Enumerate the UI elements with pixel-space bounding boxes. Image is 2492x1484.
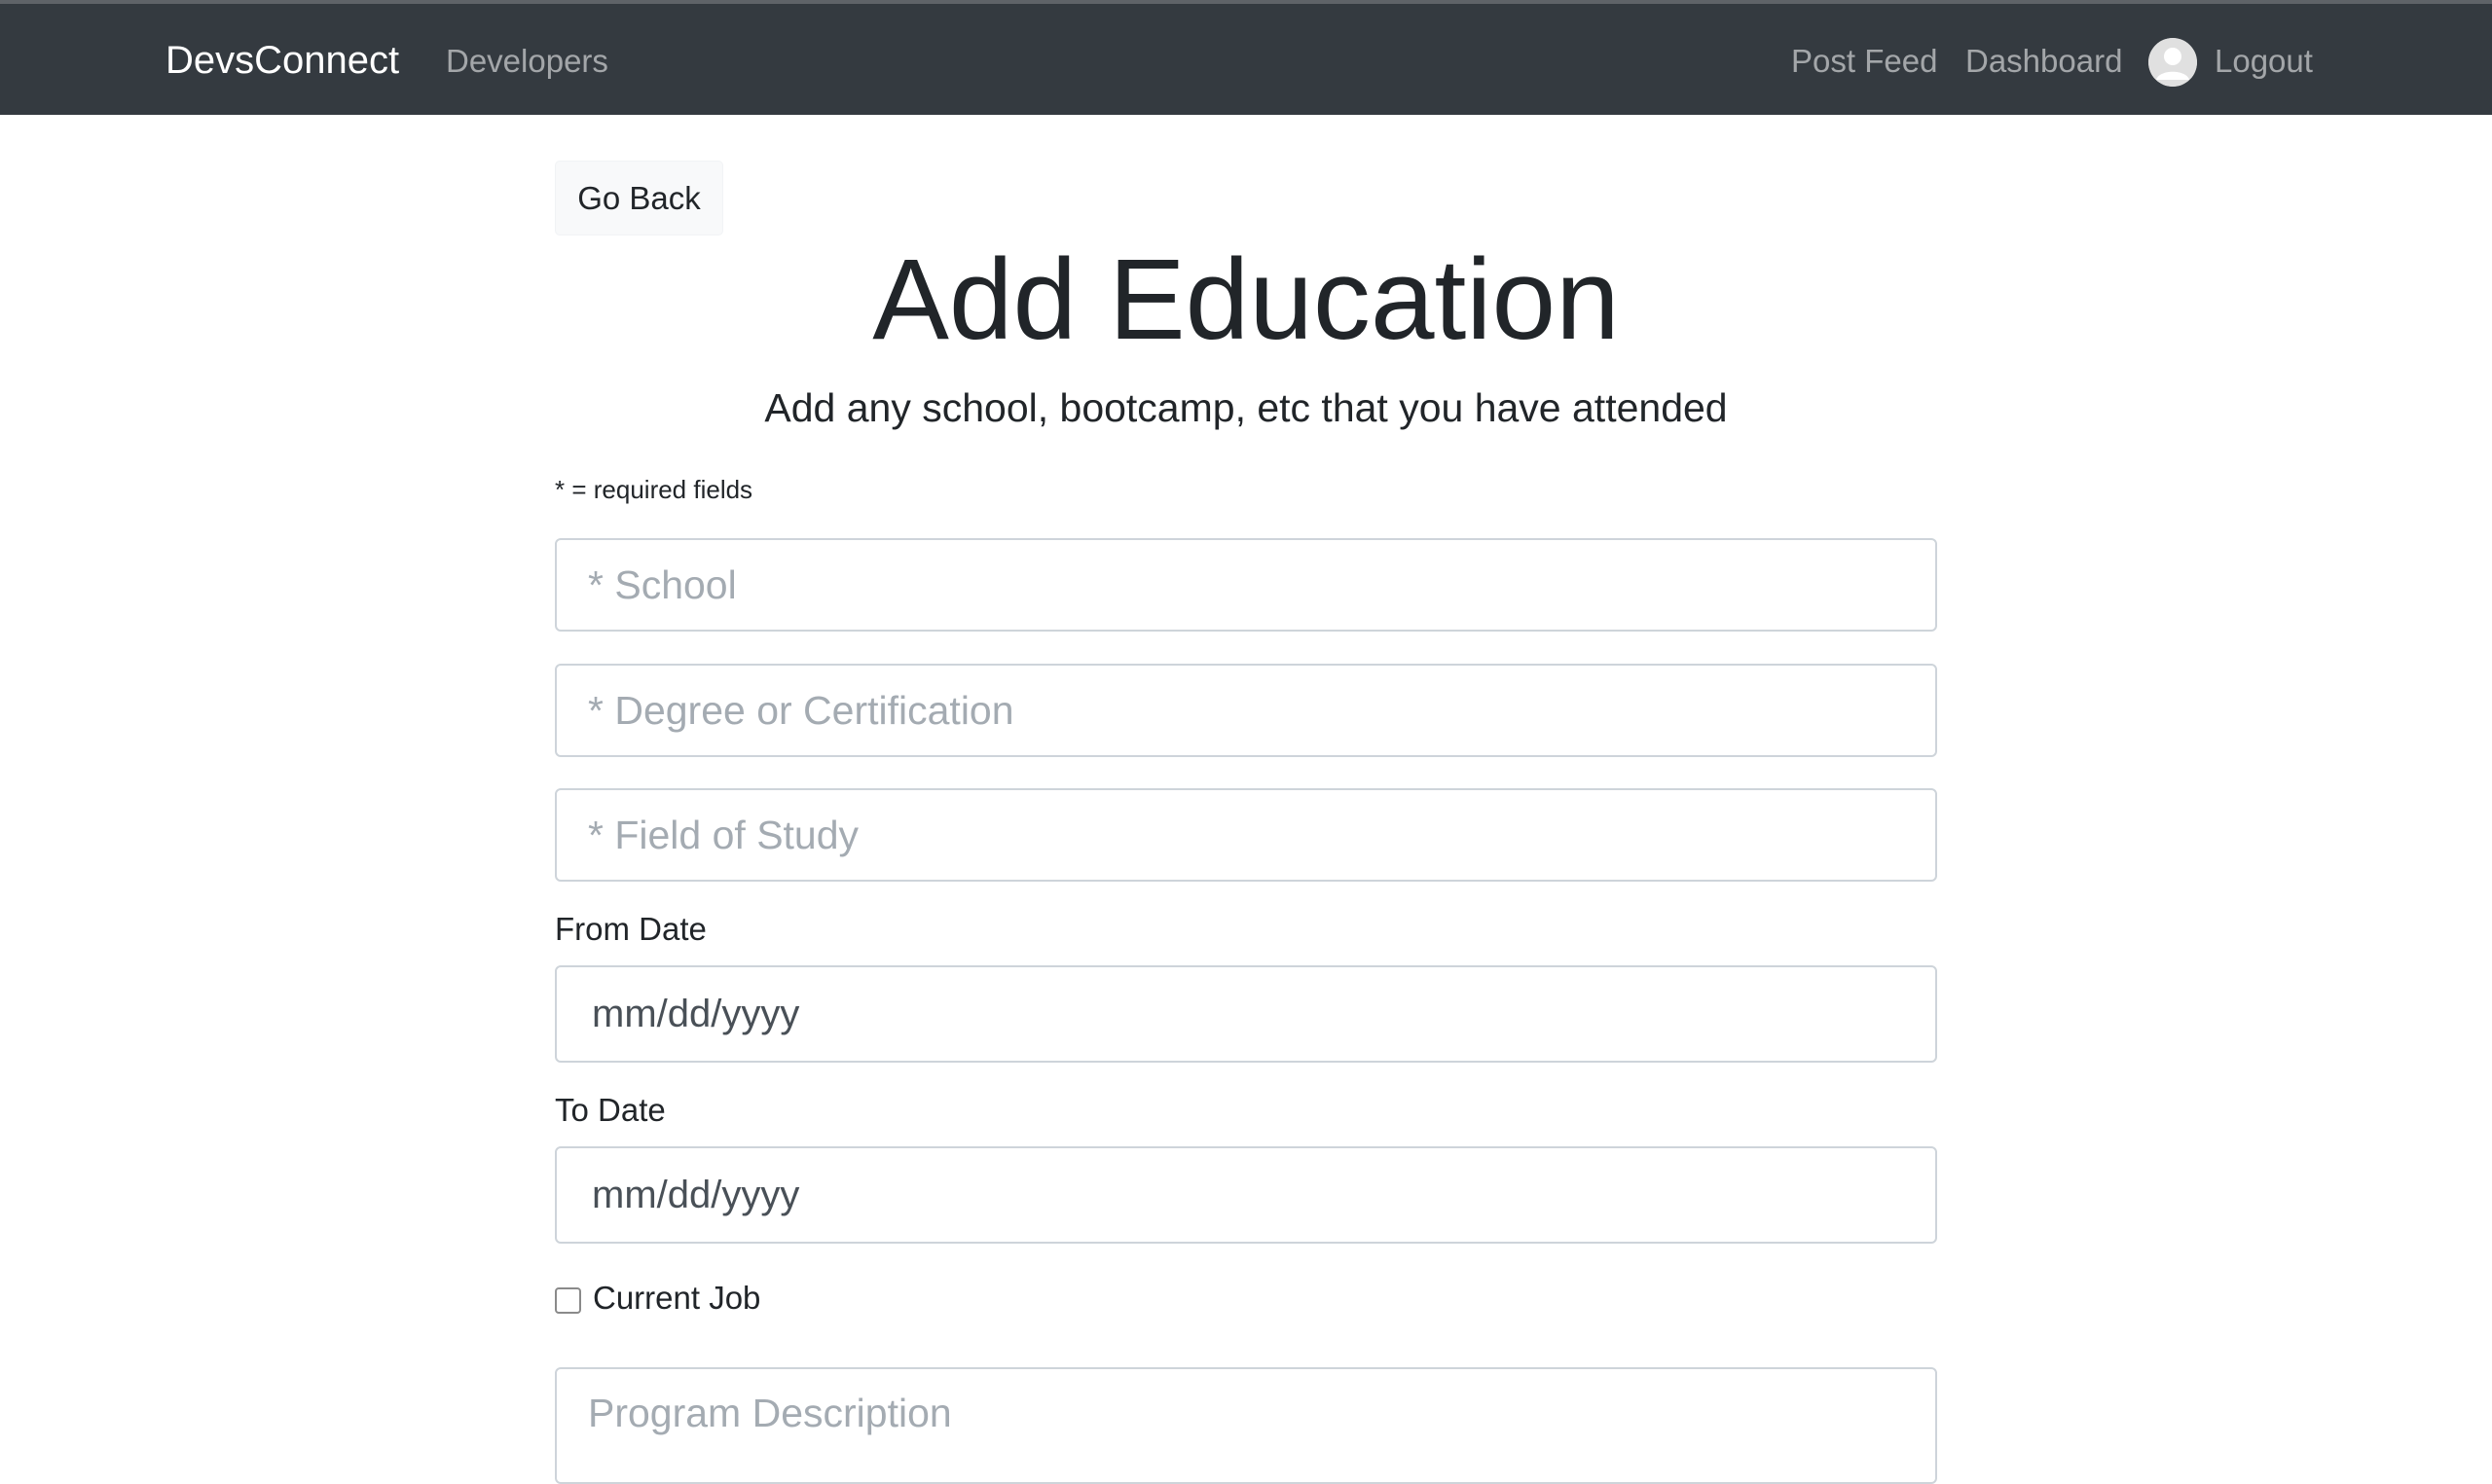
page-title: Add Education [872, 235, 1620, 364]
required-fields-note: * = required fields [555, 475, 753, 504]
to-date-input[interactable]: mm/dd/yyyy [555, 1146, 1937, 1244]
nav-post-feed-link[interactable]: Post Feed [1791, 41, 1937, 82]
current-job-label[interactable]: Current Job [593, 1279, 760, 1318]
to-date-value: mm/dd/yyyy [592, 1174, 800, 1216]
from-date-value: mm/dd/yyyy [592, 993, 800, 1035]
brand-link[interactable]: DevsConnect [165, 37, 399, 84]
school-input[interactable] [555, 538, 1937, 632]
go-back-button[interactable]: Go Back [555, 161, 723, 235]
field-of-study-input[interactable] [555, 788, 1937, 882]
from-date-input[interactable]: mm/dd/yyyy [555, 965, 1937, 1063]
nav-logout-link[interactable]: Logout [2215, 41, 2313, 82]
current-job-checkbox[interactable] [555, 1287, 581, 1314]
user-avatar-icon[interactable] [2148, 38, 2197, 87]
page-subtitle: Add any school, bootcamp, etc that you h… [764, 385, 1728, 430]
to-date-label: To Date [555, 1092, 666, 1128]
degree-input[interactable] [555, 664, 1937, 757]
nav-developers-link[interactable]: Developers [446, 41, 608, 82]
from-date-label: From Date [555, 911, 707, 947]
top-navbar: DevsConnect Developers Post Feed Dashboa… [0, 0, 2492, 115]
nav-dashboard-link[interactable]: Dashboard [1965, 41, 2122, 82]
program-description-textarea[interactable] [555, 1367, 1937, 1484]
